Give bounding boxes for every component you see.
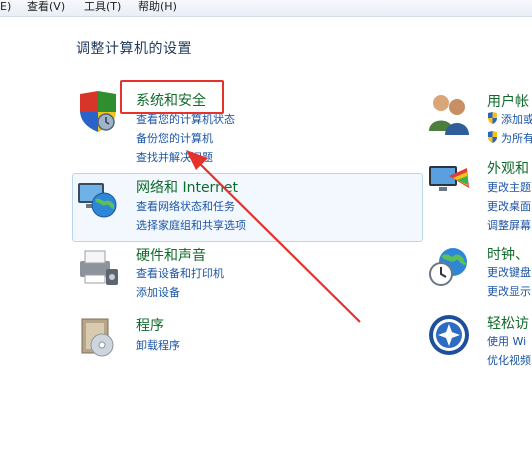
annotation-arrow	[186, 150, 361, 323]
